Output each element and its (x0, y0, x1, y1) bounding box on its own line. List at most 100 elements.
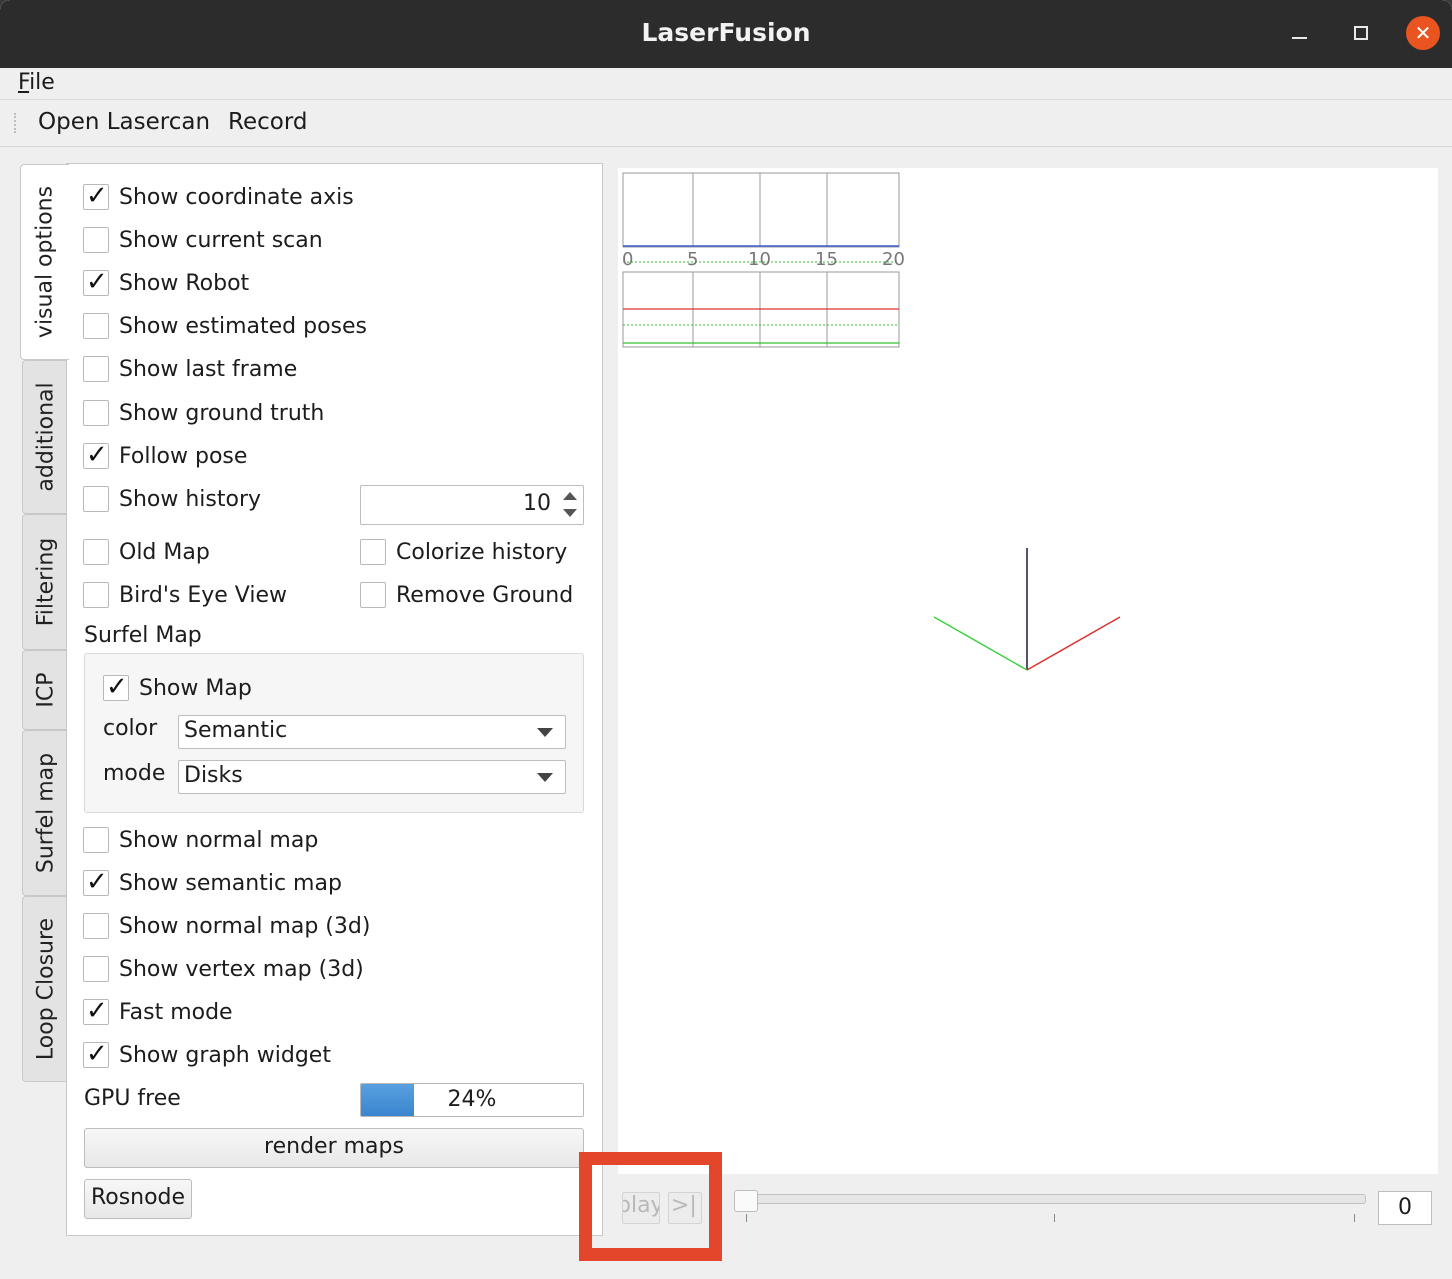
spin-down-icon[interactable] (563, 509, 577, 517)
highlight-box (579, 1152, 722, 1261)
frame-slider-handle[interactable] (734, 1190, 758, 1212)
birds-eye-view-checkbox[interactable] (83, 582, 109, 608)
toolbar: Open Lasercan Record (0, 101, 1452, 147)
show-current-scan-option[interactable]: Show current scan (83, 225, 323, 255)
show-ground-truth-label: Show ground truth (119, 400, 325, 426)
show-estimated-poses-checkbox[interactable] (83, 313, 109, 339)
graph-tick-label: 0 (622, 249, 633, 270)
frame-number-box[interactable]: 0 (1378, 1191, 1432, 1225)
minimize-icon[interactable] (1282, 16, 1316, 50)
visual-options-panel: Show coordinate axis Show current scan S… (66, 163, 603, 1236)
follow-pose-option[interactable]: Follow pose (83, 440, 247, 471)
menu-file[interactable]: File (18, 70, 55, 95)
mode-label: mode (103, 761, 166, 786)
show-robot-checkbox[interactable] (83, 267, 109, 297)
graph-widget: 0 5 10 15 20 (622, 172, 905, 348)
mode-select-value: Disks (184, 763, 243, 788)
gpu-free-label: GPU free (84, 1086, 181, 1111)
graph-tick-label: 15 (815, 249, 838, 270)
show-history-checkbox[interactable] (83, 486, 109, 512)
colorize-history-checkbox[interactable] (360, 539, 386, 565)
open-lasercan-button[interactable]: Open Lasercan (38, 109, 210, 135)
playback-bar: play >| 0 (618, 1180, 1452, 1240)
rosnode-button[interactable]: Rosnode (84, 1179, 192, 1219)
colorize-history-label: Colorize history (396, 539, 568, 565)
viewport-canvas: 0 5 10 15 20 (622, 172, 1121, 671)
remove-ground-label: Remove Ground (396, 582, 574, 608)
surfel-map-group: Show Map color Semantic mode Disks (84, 653, 584, 813)
tab-label: ICP (33, 672, 58, 708)
tab-loop-closure[interactable]: Loop Closure (22, 896, 68, 1082)
history-count-value: 10 (523, 491, 551, 516)
show-last-frame-checkbox[interactable] (83, 356, 109, 382)
fast-mode-checkbox[interactable] (83, 996, 109, 1026)
birds-eye-view-option[interactable]: Bird's Eye View (83, 580, 287, 610)
show-vertex-map-3d-option[interactable]: Show vertex map (3d) (83, 954, 364, 984)
coordinate-axes (933, 548, 1121, 671)
show-last-frame-label: Show last frame (119, 356, 298, 382)
show-coordinate-axis-option[interactable]: Show coordinate axis (83, 181, 354, 212)
close-icon[interactable]: ✕ (1406, 16, 1440, 50)
app-window: LaserFusion ✕ File Open Lasercan Record … (0, 0, 1452, 1279)
show-coordinate-axis-label: Show coordinate axis (119, 184, 354, 210)
tab-label: Loop Closure (33, 917, 58, 1061)
show-current-scan-checkbox[interactable] (83, 227, 109, 253)
menu-bar: File (0, 68, 1452, 100)
tab-icp[interactable]: ICP (22, 650, 68, 730)
show-normal-map-3d-label: Show normal map (3d) (119, 913, 371, 939)
old-map-checkbox[interactable] (83, 539, 109, 565)
surfel-show-map-checkbox[interactable] (103, 672, 129, 702)
remove-ground-option[interactable]: Remove Ground (360, 580, 573, 610)
show-ground-truth-checkbox[interactable] (83, 400, 109, 426)
colorize-history-option[interactable]: Colorize history (360, 537, 567, 567)
record-button[interactable]: Record (228, 109, 307, 135)
show-last-frame-option[interactable]: Show last frame (83, 354, 297, 384)
3d-viewport[interactable]: 0 5 10 15 20 (618, 168, 1438, 1174)
show-history-option[interactable]: Show history (83, 484, 261, 514)
surfel-map-title: Surfel Map (84, 623, 202, 648)
birds-eye-view-label: Bird's Eye View (119, 582, 287, 608)
chevron-down-icon (537, 773, 553, 782)
render-maps-button[interactable]: render maps (84, 1128, 584, 1168)
x-axis-line (1026, 616, 1121, 671)
tab-visual-options[interactable]: visual options (20, 164, 69, 360)
show-graph-widget-checkbox[interactable] (83, 1039, 109, 1069)
show-normal-map-3d-checkbox[interactable] (83, 913, 109, 939)
tab-filtering[interactable]: Filtering (22, 514, 68, 650)
show-robot-option[interactable]: Show Robot (83, 267, 249, 298)
show-vertex-map-3d-checkbox[interactable] (83, 956, 109, 982)
toolbar-grip[interactable] (14, 113, 18, 133)
mode-select[interactable]: Disks (178, 760, 566, 794)
old-map-label: Old Map (119, 539, 210, 565)
remove-ground-checkbox[interactable] (360, 582, 386, 608)
show-ground-truth-option[interactable]: Show ground truth (83, 398, 324, 428)
title-bar: LaserFusion ✕ (0, 0, 1452, 68)
tab-surfel-map[interactable]: Surfel map (22, 730, 68, 896)
show-coordinate-axis-checkbox[interactable] (83, 181, 109, 211)
show-normal-map-option[interactable]: Show normal map (83, 825, 318, 855)
slider-tick (1054, 1214, 1055, 1222)
spin-up-icon[interactable] (563, 492, 577, 500)
graph-tick-label: 5 (687, 249, 698, 270)
show-normal-map-3d-option[interactable]: Show normal map (3d) (83, 911, 370, 941)
show-semantic-map-checkbox[interactable] (83, 867, 109, 897)
show-normal-map-checkbox[interactable] (83, 827, 109, 853)
frame-slider-track[interactable] (738, 1194, 1366, 1204)
color-select[interactable]: Semantic (178, 715, 566, 749)
history-count-spinbox[interactable]: 10 (360, 485, 584, 525)
show-semantic-map-option[interactable]: Show semantic map (83, 867, 342, 898)
tab-label: visual options (32, 185, 58, 339)
show-vertex-map-3d-label: Show vertex map (3d) (119, 956, 364, 982)
surfel-show-map-option[interactable]: Show Map (103, 672, 252, 703)
old-map-option[interactable]: Old Map (83, 537, 210, 567)
show-estimated-poses-option[interactable]: Show estimated poses (83, 311, 367, 341)
show-graph-widget-option[interactable]: Show graph widget (83, 1039, 331, 1070)
chevron-down-icon (537, 728, 553, 737)
tab-label: additional (33, 382, 58, 492)
maximize-icon[interactable] (1344, 16, 1378, 50)
tab-additional[interactable]: additional (22, 360, 68, 514)
graph-tick-label: 20 (882, 249, 905, 270)
follow-pose-checkbox[interactable] (83, 440, 109, 470)
fast-mode-option[interactable]: Fast mode (83, 996, 233, 1027)
menu-file-mnemonic: F (18, 70, 30, 95)
